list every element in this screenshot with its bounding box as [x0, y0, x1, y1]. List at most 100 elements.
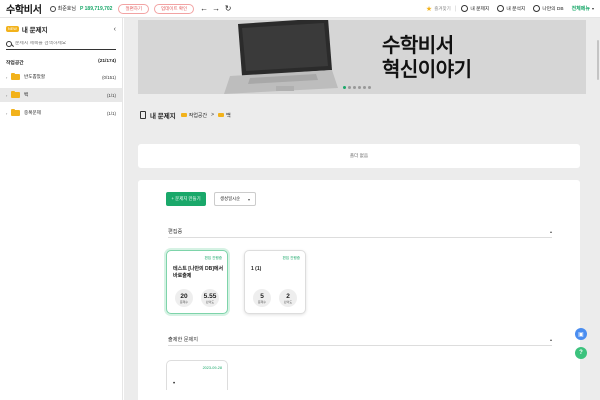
- breadcrumb-current[interactable]: 백: [226, 112, 231, 119]
- back-arrow-icon[interactable]: ←: [199, 4, 209, 14]
- app-logo[interactable]: 수학비서: [6, 1, 42, 16]
- nav-my-problems-label: 내 문제지: [470, 7, 490, 12]
- sidebar-item-label: 백: [24, 92, 29, 97]
- question-icon: ?: [579, 350, 583, 356]
- card-status-tag: 편집 진행중: [282, 256, 300, 260]
- sidebar-item-folder-2[interactable]: › 백 (1/1): [0, 88, 122, 102]
- star-icon: ★: [425, 5, 433, 13]
- sidebar-item-label: 중복문제: [24, 110, 41, 115]
- banner-text: 수학비서 혁신이야기: [382, 34, 472, 82]
- nav-my-db[interactable]: 나만의 DB: [533, 5, 564, 12]
- nav-my-problems[interactable]: 내 문제지: [461, 5, 489, 12]
- document-icon: [140, 111, 146, 119]
- card-difficulty: 5.55 난이도: [201, 289, 219, 307]
- sidebar-item-count: (1/1): [106, 110, 116, 116]
- favorites-label: 즐겨찾기: [434, 5, 451, 11]
- divider: |: [454, 5, 457, 12]
- full-menu-button[interactable]: 전체메뉴 ▾: [572, 5, 594, 12]
- folder-icon: [218, 113, 225, 117]
- main-content: 수학비서 혁신이야기 내 문제지 작업공간 > 백 폴더 없음 + 문제지 만들…: [124, 18, 600, 400]
- carousel-dot[interactable]: [353, 86, 356, 89]
- chat-icon: ▣: [578, 331, 584, 338]
- nav-my-db-label: 나만의 DB: [542, 7, 564, 12]
- search-input[interactable]: [15, 41, 115, 46]
- problem-set-card[interactable]: 편집 진행중 1 (1) 5 문제수 2 난이도: [244, 250, 306, 314]
- carousel-dot[interactable]: [348, 86, 351, 89]
- analysis-icon: [497, 5, 505, 12]
- chevron-up-icon[interactable]: ▴: [550, 229, 552, 234]
- database-icon: [533, 5, 541, 12]
- promo-banner[interactable]: 수학비서 혁신이야기: [138, 20, 586, 94]
- section-published-header[interactable]: 출제한 문제지 ▴: [168, 334, 552, 346]
- page-title: 내 문제지: [150, 113, 176, 120]
- banner-line-2: 혁신이야기: [382, 59, 472, 81]
- chevron-down-icon: ▾: [591, 6, 594, 11]
- full-menu-label: 전체메뉴: [571, 6, 590, 12]
- breadcrumb-workspace[interactable]: 작업공간: [189, 112, 207, 119]
- new-badge: NEW: [6, 26, 19, 32]
- scrollbar[interactable]: [597, 40, 599, 80]
- difficulty-label: 난이도: [205, 299, 215, 304]
- banner-line-1: 수학비서: [382, 35, 454, 57]
- sidebar-item-count: (0/151): [102, 74, 116, 80]
- workspace-label: 작업공간: [6, 61, 24, 66]
- user-name[interactable]: 최준호님: [58, 5, 76, 12]
- sidebar-item-folder-1[interactable]: › 반도뽑았할 (0/151): [0, 70, 122, 84]
- workspace-row[interactable]: 작업공간 (21/174): [0, 59, 122, 66]
- chevron-down-icon: ▾: [247, 196, 250, 202]
- carousel-dots: [343, 86, 371, 89]
- breadcrumb-separator: >: [211, 112, 215, 118]
- forward-arrow-icon[interactable]: →: [211, 4, 221, 14]
- carousel-dot[interactable]: [343, 86, 346, 89]
- workspace-count: (21/174): [98, 59, 116, 64]
- top-bar: 수학비서 최준호님 P 189,719,702 절편하기 업데이트 확인 ← →…: [0, 0, 600, 18]
- folder-icon: [11, 108, 20, 116]
- empty-message: 폴더 없음: [349, 153, 369, 158]
- chat-button[interactable]: ▣: [575, 328, 587, 340]
- folder-icon: [180, 113, 187, 117]
- problem-count-value: 5: [260, 292, 264, 300]
- folder-empty-box: 폴더 없음: [138, 144, 580, 168]
- carousel-dot[interactable]: [368, 86, 371, 89]
- card-difficulty: 2 난이도: [279, 289, 297, 307]
- section-published-title: 출제한 문제지: [168, 337, 199, 343]
- sidebar-item-folder-3[interactable]: › 중복문제 (1/1): [0, 106, 122, 120]
- problem-set-card[interactable]: 편집 진행중 테스트 [나만의 DB]에서 바로출제 20 문제수 5.55 난…: [166, 250, 228, 314]
- update-check-button[interactable]: 업데이트 확인: [154, 3, 195, 14]
- sidebar: NEW 내 문제지 ‹ 작업공간 (21/174) › 반도뽑았할 (0/151…: [0, 18, 123, 400]
- difficulty-value: 5.55: [203, 292, 217, 300]
- folder-icon: [11, 90, 20, 98]
- pill-button-1[interactable]: 절편하기: [118, 3, 150, 14]
- create-problem-set-button[interactable]: + 문제지 만들기: [166, 192, 206, 206]
- problem-count-label: 문제수: [179, 299, 189, 304]
- collapse-icon[interactable]: ‹: [114, 26, 116, 33]
- card-problem-count: 5 문제수: [253, 289, 271, 307]
- user-icon: [49, 5, 56, 12]
- section-editing-header[interactable]: 편집중 ▴: [168, 226, 552, 238]
- help-button[interactable]: ?: [575, 347, 587, 359]
- points-balance: P 189,719,702: [80, 5, 113, 12]
- card-title: 1 (1): [251, 266, 262, 272]
- sidebar-item-label: 반도뽑았할: [24, 74, 46, 79]
- nav-analysis[interactable]: 내 분석지: [497, 5, 525, 12]
- section-editing-title: 편집중: [168, 229, 183, 235]
- problems-panel: + 문제지 만들기 생성일시순 ▾ 편집중 ▴ 편집 진행중 테스트 [나만의 …: [138, 180, 580, 400]
- problem-count-value: 20: [180, 292, 188, 300]
- favorites-button[interactable]: ★ 즐겨찾기: [426, 5, 451, 13]
- card-date: 2023-09-28: [202, 366, 222, 370]
- carousel-dot[interactable]: [363, 86, 366, 89]
- published-card[interactable]: 2023-09-28 •: [166, 360, 228, 390]
- document-icon: [461, 5, 469, 12]
- chevron-up-icon[interactable]: ▴: [550, 337, 552, 342]
- card-problem-count: 20 문제수: [175, 289, 193, 307]
- sort-select[interactable]: 생성일시순 ▾: [214, 192, 256, 206]
- sidebar-item-count: (1/1): [106, 92, 116, 98]
- sidebar-search: [6, 38, 116, 50]
- sidebar-title: 내 문제지: [21, 27, 48, 34]
- refresh-icon[interactable]: ↻: [223, 4, 233, 14]
- sort-value: 생성일시순: [220, 196, 241, 201]
- carousel-dot[interactable]: [358, 86, 361, 89]
- breadcrumb: 내 문제지 작업공간 > 백: [140, 110, 231, 120]
- difficulty-value: 2: [286, 292, 290, 300]
- card-title: 테스트 [나만의 DB]에서 바로출제: [173, 266, 224, 279]
